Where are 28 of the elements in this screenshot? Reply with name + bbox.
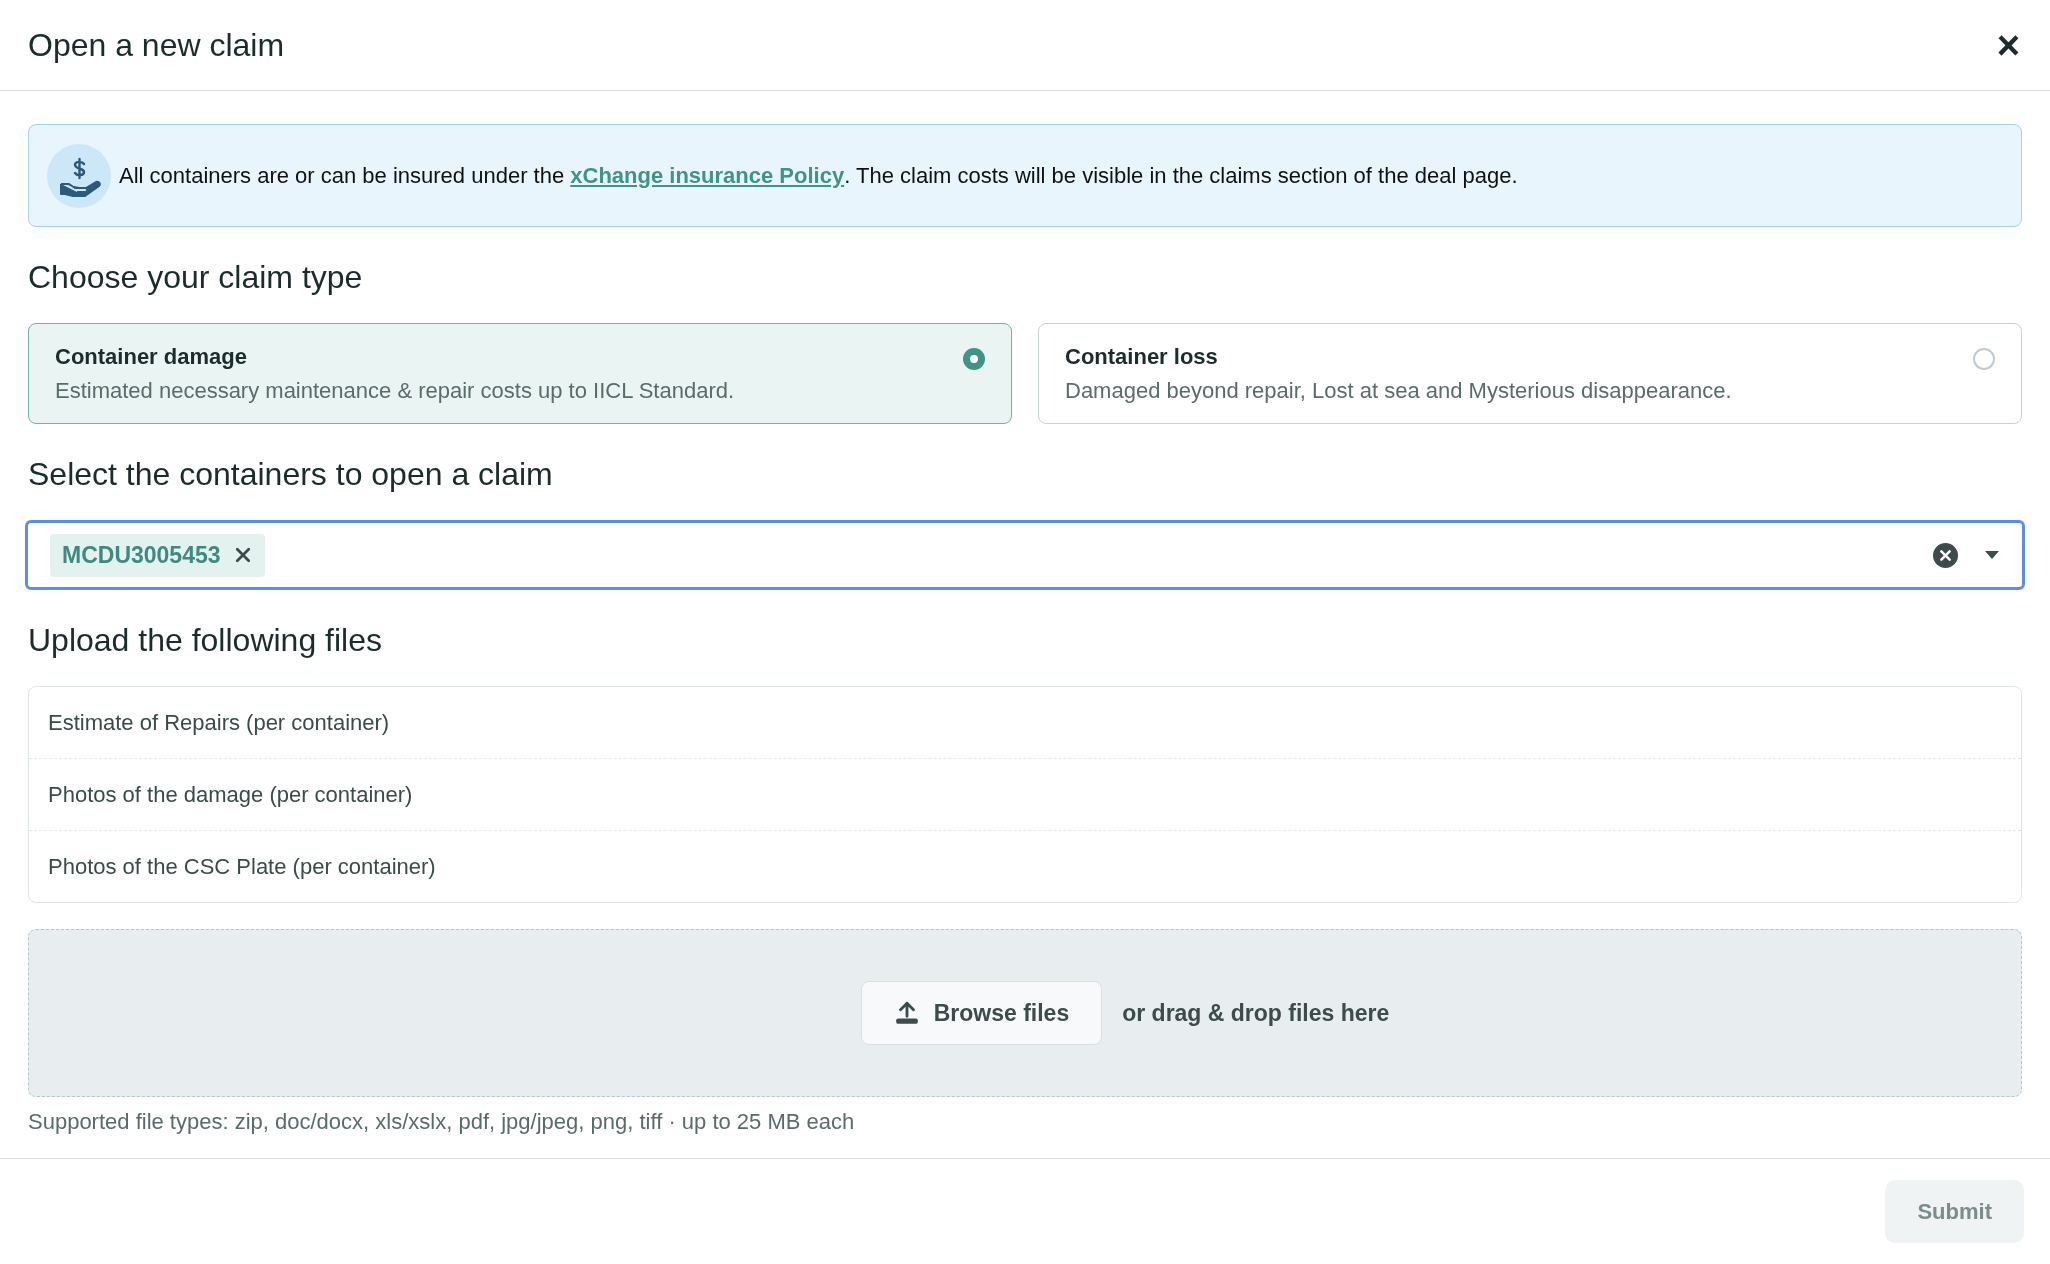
info-text: All containers are or can be insured under the xChange insurance Policy. The claim costs will be visible in the claims section of the deal page.: [119, 162, 1518, 189]
claim-type-option[interactable]: Container loss Damaged beyond repair, Lost at sea and Mysterious disappearance.: [1038, 323, 2022, 424]
option-description: Damaged beyond repair, Lost at sea and Mysterious disappearance.: [1065, 378, 1732, 404]
drop-hint: or drag & drop files here: [1122, 999, 1390, 1027]
container-select[interactable]: MCDU3005453: [25, 520, 2025, 590]
section-heading: Select the containers to open a claim: [28, 458, 554, 490]
dialog-title: Open a new claim: [28, 26, 285, 64]
tag-label: MCDU3005453: [62, 541, 221, 569]
section-heading: Choose your claim type: [28, 261, 364, 293]
drop-zone[interactable]: Browse files or drag & drop files here: [28, 929, 2022, 1097]
option-title: Container damage: [55, 344, 248, 370]
browse-button[interactable]: Browse files: [860, 981, 1103, 1045]
radio-button[interactable]: [1973, 348, 1995, 370]
caret-icon[interactable]: [1984, 550, 2000, 560]
claim-type-option[interactable]: Container damage Estimated necessary maintenance & repair costs up to IICL Standard.: [28, 323, 1012, 424]
file-types-hint: Supported file types: zip, doc/docx, xls/xslx, pdf, jpg/jpeg, png, tiff · up to 25 MB each: [28, 1109, 856, 1135]
option-title: Container loss: [1065, 344, 1219, 370]
file-requirement: Photos of the CSC Plate (per container): [48, 853, 436, 880]
section-heading: Upload the following files: [28, 624, 383, 656]
upload-icon: [893, 1000, 920, 1026]
option-description: Estimated necessary maintenance & repair costs up to IICL Standard.: [55, 378, 735, 404]
remove-icon[interactable]: [234, 547, 251, 563]
close-button[interactable]: ×: [1994, 25, 2022, 65]
money-hand-icon: [47, 143, 111, 208]
clear-icon[interactable]: [1933, 542, 1958, 568]
file-requirement: Photos of the damage (per container): [48, 781, 413, 808]
file-requirement: Estimate of Repairs (per container): [48, 709, 390, 736]
radio-button[interactable]: [963, 348, 985, 370]
